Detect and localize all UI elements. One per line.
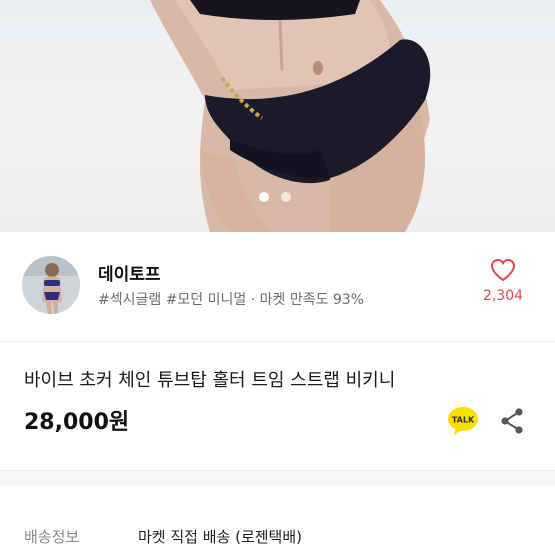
like-count: 2,304 xyxy=(482,288,524,304)
share-button[interactable] xyxy=(498,406,526,436)
kakao-talk-icon: TALK xyxy=(448,407,478,435)
shop-name[interactable]: 데이토프 xyxy=(98,260,161,285)
product-image-carousel[interactable] xyxy=(0,0,555,232)
share-icon xyxy=(501,408,523,434)
shop-info-row[interactable]: 데이토프 #섹시글램 #모던 미니멀 · 마켓 만족도 93% 2,304 xyxy=(0,232,555,342)
product-title: 바이브 초커 체인 튜브탑 홀터 트임 스트랩 비키니 xyxy=(24,370,396,391)
kakao-talk-label: TALK xyxy=(452,416,475,425)
shipping-label: 배송정보 xyxy=(24,528,80,546)
shop-avatar-image xyxy=(22,256,80,314)
product-price: 28,000원 xyxy=(24,410,130,435)
kakao-talk-button[interactable]: TALK xyxy=(447,406,479,436)
shop-avatar[interactable] xyxy=(22,256,80,314)
shop-tags: #섹시글램 #모던 미니멀 · 마켓 만족도 93% xyxy=(98,292,365,308)
shipping-value: 마켓 직접 배송 (로젠택배) xyxy=(138,528,303,546)
like-button[interactable]: 2,304 xyxy=(473,258,533,304)
carousel-dot-2[interactable] xyxy=(281,192,291,202)
section-divider xyxy=(0,470,555,486)
carousel-dots xyxy=(259,192,291,202)
carousel-dot-1[interactable] xyxy=(259,192,269,202)
heart-outline-icon xyxy=(490,258,516,282)
